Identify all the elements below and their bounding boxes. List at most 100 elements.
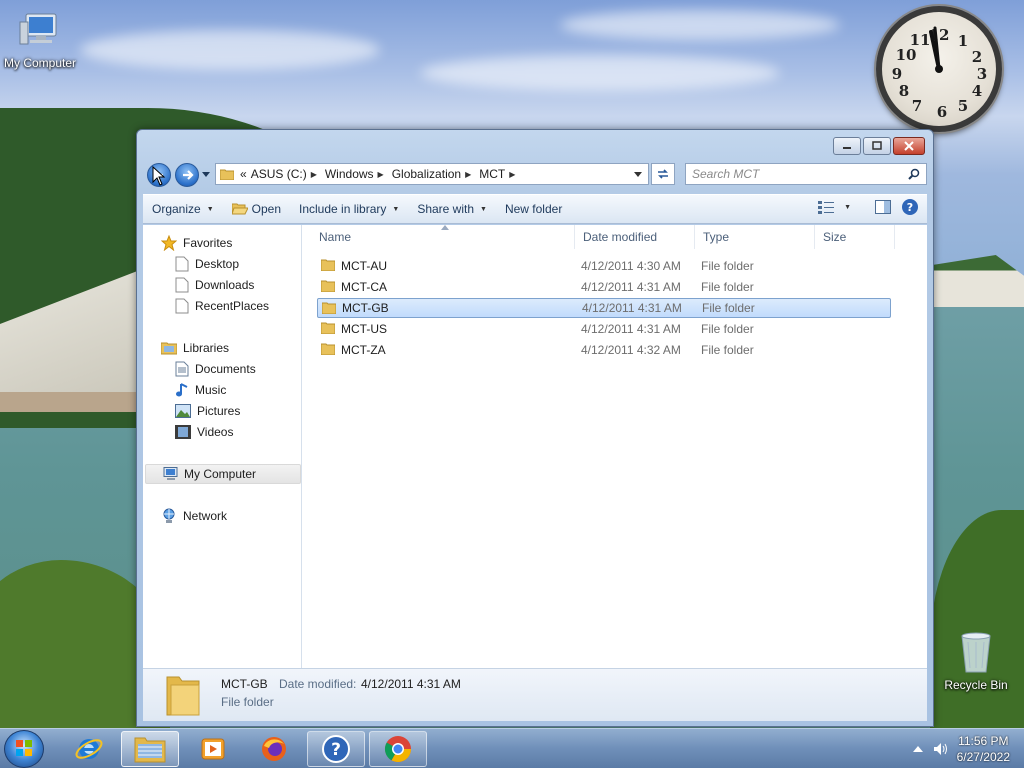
address-history-chevron-icon[interactable]: [634, 172, 642, 178]
breadcrumb-chevron-icon[interactable]: ▶: [509, 170, 515, 179]
taskbar-internet-explorer[interactable]: [60, 731, 118, 767]
new-folder-button[interactable]: New folder: [496, 196, 571, 222]
svg-text:7: 7: [912, 97, 922, 115]
svg-text:?: ?: [331, 740, 341, 760]
computer-icon: [163, 467, 178, 480]
nav-my-computer-label: My Computer: [184, 467, 257, 481]
content-area: Favorites Desktop Downloads RecentPlaces…: [143, 225, 927, 668]
taskbar-help[interactable]: ?: [307, 731, 365, 767]
help-icon[interactable]: ?: [901, 198, 919, 216]
share-with-button[interactable]: Share with ▼: [408, 196, 496, 222]
nav-downloads[interactable]: Downloads: [175, 275, 301, 295]
minimize-button[interactable]: [833, 137, 861, 155]
music-note-icon: [176, 383, 188, 397]
page-icon: [175, 277, 189, 293]
forward-button[interactable]: [175, 163, 199, 187]
address-overflow[interactable]: «: [240, 167, 247, 181]
file-row[interactable]: MCT-CA 4/12/2011 4:31 AM File folder: [317, 277, 891, 297]
folder-icon: [220, 169, 234, 180]
file-row[interactable]: MCT-ZA 4/12/2011 4:32 AM File folder: [317, 340, 891, 360]
nav-videos[interactable]: Videos: [175, 422, 301, 442]
system-tray: 11:56 PM 6/27/2022: [912, 729, 1024, 768]
breadcrumb-mct[interactable]: MCT: [479, 167, 505, 181]
large-folder-icon: [166, 676, 200, 716]
nav-favorites-label: Favorites: [183, 236, 233, 250]
nav-recentplaces[interactable]: RecentPlaces: [175, 296, 301, 316]
column-header-label: Name: [319, 230, 352, 244]
file-date: 4/12/2011 4:31 AM: [581, 280, 681, 294]
details-date-label: Date modified:: [279, 677, 357, 691]
breadcrumb-drive[interactable]: ASUS (C:): [251, 167, 307, 181]
column-header-name[interactable]: Name: [303, 225, 575, 249]
taskbar-firefox[interactable]: [245, 731, 303, 767]
nav-documents-label: Documents: [195, 362, 256, 376]
nav-pictures[interactable]: Pictures: [175, 401, 301, 421]
nav-desktop[interactable]: Desktop: [175, 254, 301, 274]
column-header-date-modified[interactable]: Date modified: [575, 225, 695, 249]
search-input[interactable]: [692, 167, 902, 181]
minimize-icon: [843, 147, 851, 149]
desktop-icon-recycle-bin[interactable]: Recycle Bin: [938, 628, 1014, 692]
show-hidden-icons-icon[interactable]: [912, 745, 923, 753]
navigation-pane: Favorites Desktop Downloads RecentPlaces…: [143, 225, 302, 668]
chrome-icon: [384, 736, 412, 763]
nav-recentplaces-label: RecentPlaces: [195, 299, 270, 313]
open-folder-icon: [231, 203, 248, 215]
breadcrumb-chevron-icon[interactable]: ▶: [465, 170, 471, 179]
organize-button[interactable]: Organize ▼: [143, 196, 223, 222]
file-list: Name Date modified Type Size MCT-AU 4/12…: [303, 225, 927, 668]
breadcrumb-windows[interactable]: Windows: [325, 167, 374, 181]
maximize-button[interactable]: [863, 137, 891, 155]
close-button[interactable]: [893, 137, 925, 155]
file-date: 4/12/2011 4:32 AM: [581, 343, 681, 357]
column-header-type[interactable]: Type: [695, 225, 815, 249]
nav-documents[interactable]: Documents: [175, 359, 301, 379]
svg-text:5: 5: [958, 97, 968, 115]
open-button[interactable]: Open: [223, 196, 290, 222]
change-view-icon[interactable]: [818, 200, 835, 214]
nav-music-label: Music: [195, 383, 227, 397]
taskbar-clock[interactable]: 11:56 PM 6/27/2022: [957, 733, 1010, 765]
nav-libraries[interactable]: Libraries: [161, 338, 301, 358]
address-bar[interactable]: « ASUS (C:) ▶ Windows ▶ Globalization ▶ …: [215, 163, 649, 185]
command-bar: Organize ▼ Open Include in library ▼ Sha…: [143, 194, 927, 224]
far-cliff: [930, 255, 1024, 307]
search-box[interactable]: [685, 163, 927, 185]
clock-gadget[interactable]: 12 1 2 3 4 5 6 7 8 9 10 11: [876, 6, 1002, 132]
search-icon[interactable]: [908, 168, 920, 180]
breadcrumb-globalization[interactable]: Globalization: [392, 167, 461, 181]
nav-network-label: Network: [183, 509, 228, 523]
taskbar-windows-explorer[interactable]: [121, 731, 179, 767]
svg-text:1: 1: [958, 32, 968, 50]
beach: [0, 392, 140, 412]
star-icon: [161, 235, 177, 251]
preview-pane-icon[interactable]: [875, 200, 891, 214]
nav-music[interactable]: Music: [175, 380, 301, 400]
recent-pages-chevron-icon[interactable]: [202, 172, 210, 178]
file-type: File folder: [702, 301, 755, 315]
refresh-button[interactable]: [651, 163, 675, 185]
include-in-library-button[interactable]: Include in library ▼: [290, 196, 408, 222]
view-options-chevron-icon[interactable]: ▼: [844, 204, 851, 211]
network-icon: [163, 508, 175, 523]
breadcrumb-chevron-icon[interactable]: ▶: [311, 170, 317, 179]
volume-icon[interactable]: [933, 742, 949, 756]
column-header-size[interactable]: Size: [815, 225, 895, 249]
file-name: MCT-AU: [341, 259, 387, 273]
file-row-selected[interactable]: MCT-GB 4/12/2011 4:31 AM File folder: [317, 298, 891, 318]
file-row[interactable]: MCT-US 4/12/2011 4:31 AM File folder: [317, 319, 891, 339]
file-name: MCT-US: [341, 322, 387, 336]
view-controls: ▼ ?: [818, 198, 919, 216]
taskbar-chrome[interactable]: [369, 731, 427, 767]
breadcrumb-chevron-icon[interactable]: ▶: [378, 170, 384, 179]
folder-icon: [321, 280, 335, 292]
desktop-icon-my-computer[interactable]: My Computer: [0, 10, 80, 70]
nav-favorites[interactable]: Favorites: [161, 233, 301, 253]
file-date: 4/12/2011 4:31 AM: [581, 322, 681, 336]
file-row[interactable]: MCT-AU 4/12/2011 4:30 AM File folder: [317, 256, 891, 276]
taskbar-media-player[interactable]: [184, 731, 242, 767]
file-type: File folder: [701, 322, 754, 336]
nav-network[interactable]: Network: [161, 506, 301, 526]
nav-my-computer[interactable]: My Computer: [145, 464, 301, 484]
start-button[interactable]: [4, 730, 44, 768]
